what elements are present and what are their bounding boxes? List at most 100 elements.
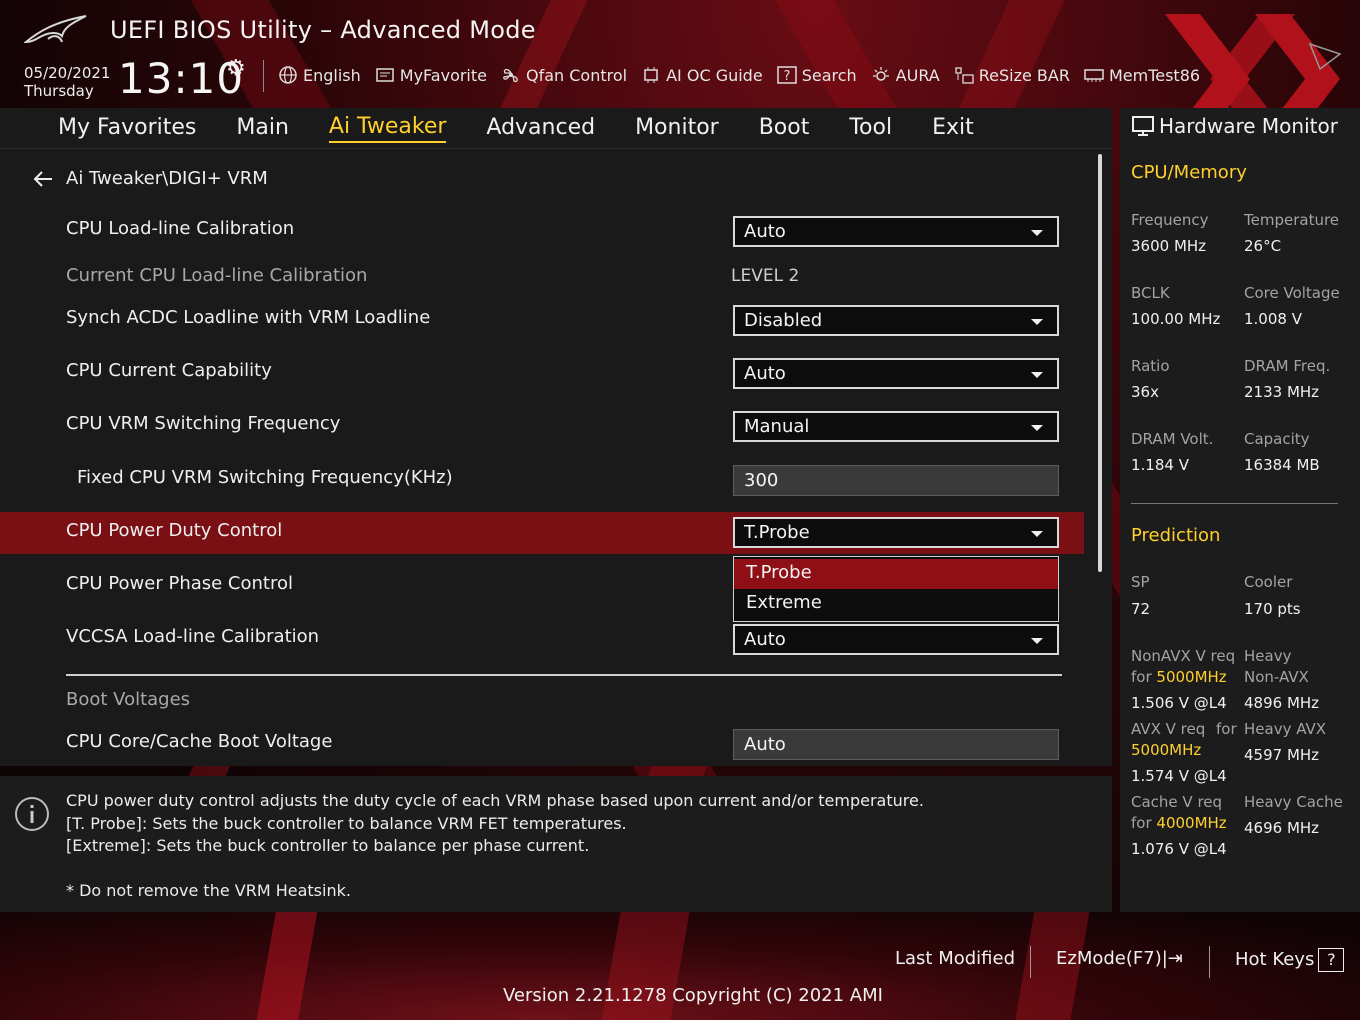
option-tprobe[interactable]: T.Probe: [734, 559, 1058, 589]
toolbar-qfan[interactable]: Qfan Control: [501, 66, 627, 85]
capacity-label: Capacity: [1244, 430, 1310, 448]
llc-dropdown[interactable]: Auto: [733, 216, 1059, 247]
avx-label: AVX V req: [1131, 720, 1206, 738]
nonavx-value: 1.506 V @L4: [1131, 694, 1227, 712]
tab-monitor[interactable]: Monitor: [635, 115, 719, 142]
tab-my-favorites[interactable]: My Favorites: [58, 115, 196, 142]
nonavx-for: for 5000MHz: [1131, 668, 1227, 686]
cache-for: for 4000MHz: [1131, 814, 1227, 832]
footer-divider: [1209, 946, 1210, 978]
core-voltage-label: Core Voltage: [1244, 284, 1340, 302]
cooler-value: 170 pts: [1244, 600, 1301, 618]
favorite-icon: [375, 66, 395, 84]
tab-exit[interactable]: Exit: [932, 115, 974, 142]
synch-acdc-dropdown[interactable]: Disabled: [733, 305, 1059, 336]
synch-acdc-label: Synch ACDC Loadline with VRM Loadline: [66, 307, 431, 328]
ezmode-button[interactable]: EzMode(F7)|⇥: [1056, 948, 1183, 969]
chevron-down-icon: [1031, 372, 1043, 378]
cooler-label: Cooler: [1244, 573, 1293, 591]
boot-voltages-heading: Boot Voltages: [66, 689, 191, 710]
toolbar-english[interactable]: English: [278, 66, 361, 85]
avx-for: for: [1216, 720, 1237, 738]
hot-keys-button[interactable]: Hot Keys?: [1235, 948, 1345, 972]
current-capability-dropdown[interactable]: Auto: [733, 358, 1059, 389]
footer-divider: [1030, 946, 1031, 978]
vrm-switching-frequency-dropdown[interactable]: Manual: [733, 411, 1059, 442]
cpu-memory-heading: CPU/Memory: [1131, 162, 1247, 183]
last-modified-button[interactable]: Last Modified: [895, 948, 1015, 969]
fixed-vrm-frequency-label: Fixed CPU VRM Switching Frequency(KHz): [77, 467, 453, 488]
chevron-down-icon: [1031, 319, 1043, 325]
hw-divider: [1131, 503, 1338, 504]
cache-value: 1.076 V @L4: [1131, 840, 1227, 858]
breadcrumb[interactable]: Ai Tweaker\DIGI+ VRM: [32, 168, 268, 189]
bclk-value: 100.00 MHz: [1131, 310, 1221, 328]
heavy-avx-label: Heavy AVX: [1244, 720, 1327, 738]
chevron-down-icon: [1031, 425, 1043, 431]
dram-freq-label: DRAM Freq.: [1244, 357, 1331, 375]
search-icon: ?: [776, 66, 797, 84]
toolbar-search[interactable]: ? Search: [776, 66, 857, 85]
settings-scrollbar[interactable]: [1098, 154, 1102, 572]
tab-tool[interactable]: Tool: [849, 115, 892, 142]
chevron-down-icon: [1031, 638, 1043, 644]
memtest-icon: [1084, 66, 1104, 84]
resize-bar-icon: [954, 66, 974, 84]
heavy-cache-label: Heavy Cache: [1244, 793, 1343, 811]
fan-icon: [501, 66, 521, 84]
power-duty-label: CPU Power Duty Control: [66, 520, 283, 541]
current-llc-value: LEVEL 2: [731, 266, 800, 286]
avx-freq: 5000MHz: [1131, 741, 1202, 759]
tab-advanced[interactable]: Advanced: [486, 115, 595, 142]
sp-label: SP: [1131, 573, 1150, 591]
ai-guide-icon: [641, 66, 661, 84]
tab-boot[interactable]: Boot: [759, 115, 810, 142]
ratio-value: 36x: [1131, 383, 1159, 401]
main-menu: My Favorites Main Ai Tweaker Advanced Mo…: [38, 108, 994, 148]
heavy-nonavx-value: 4896 MHz: [1244, 694, 1320, 712]
hardware-monitor-title: Hardware Monitor: [1131, 114, 1338, 138]
rog-logo-icon: [24, 15, 87, 44]
frequency-label: Frequency: [1131, 211, 1209, 229]
info-icon: [15, 797, 49, 831]
toolbar-resize-bar[interactable]: ReSize BAR: [954, 66, 1070, 85]
tab-main[interactable]: Main: [236, 115, 289, 142]
avx-value: 1.574 V @L4: [1131, 767, 1227, 785]
temperature-label: Temperature: [1244, 211, 1340, 229]
gear-icon[interactable]: ⚙: [226, 56, 246, 81]
power-duty-dropdown[interactable]: T.Probe: [733, 517, 1059, 548]
heavy-cache-value: 4696 MHz: [1244, 819, 1320, 837]
svg-text:?: ?: [783, 69, 790, 84]
tab-ai-tweaker[interactable]: Ai Tweaker: [328, 114, 447, 143]
sp-value: 72: [1131, 600, 1151, 618]
dram-freq-value: 2133 MHz: [1244, 383, 1320, 401]
option-extreme[interactable]: Extreme: [734, 589, 1058, 619]
vrm-switching-frequency-label: CPU VRM Switching Frequency: [66, 413, 341, 434]
llc-label: CPU Load-line Calibration: [66, 218, 295, 239]
vccsa-llc-dropdown[interactable]: Auto: [733, 624, 1059, 655]
fixed-vrm-frequency-input[interactable]: 300: [733, 465, 1059, 496]
bclk-label: BCLK: [1131, 284, 1170, 302]
toolbar-ai-oc-guide[interactable]: AI OC Guide: [641, 66, 763, 85]
monitor-icon: [1132, 116, 1154, 136]
toolbar: English MyFavorite Qfan Control AI OC Gu…: [278, 62, 1214, 88]
dram-volt-value: 1.184 V: [1131, 456, 1189, 474]
chevron-down-icon: [1031, 531, 1043, 537]
boot-voltage-input[interactable]: Auto: [733, 729, 1059, 760]
power-phase-label: CPU Power Phase Control: [66, 573, 293, 594]
heavy-label: Heavy: [1244, 647, 1292, 665]
boot-voltage-label: CPU Core/Cache Boot Voltage: [66, 731, 333, 752]
toolbar-myfavorite[interactable]: MyFavorite: [375, 66, 487, 85]
current-capability-label: CPU Current Capability: [66, 360, 272, 381]
chevron-down-icon: [1031, 230, 1043, 236]
toolbar-divider: [263, 60, 264, 92]
frequency-value: 3600 MHz: [1131, 237, 1207, 255]
core-voltage-value: 1.008 V: [1244, 310, 1302, 328]
aura-icon: [871, 66, 891, 84]
prediction-heading: Prediction: [1131, 525, 1221, 546]
back-arrow-icon[interactable]: [32, 170, 54, 188]
non-avx-label: Non-AVX: [1244, 668, 1309, 686]
vccsa-llc-label: VCCSA Load-line Calibration: [66, 626, 320, 647]
toolbar-aura[interactable]: AURA: [871, 66, 940, 85]
version-text: Version 2.21.1278 Copyright (C) 2021 AMI: [503, 985, 883, 1006]
